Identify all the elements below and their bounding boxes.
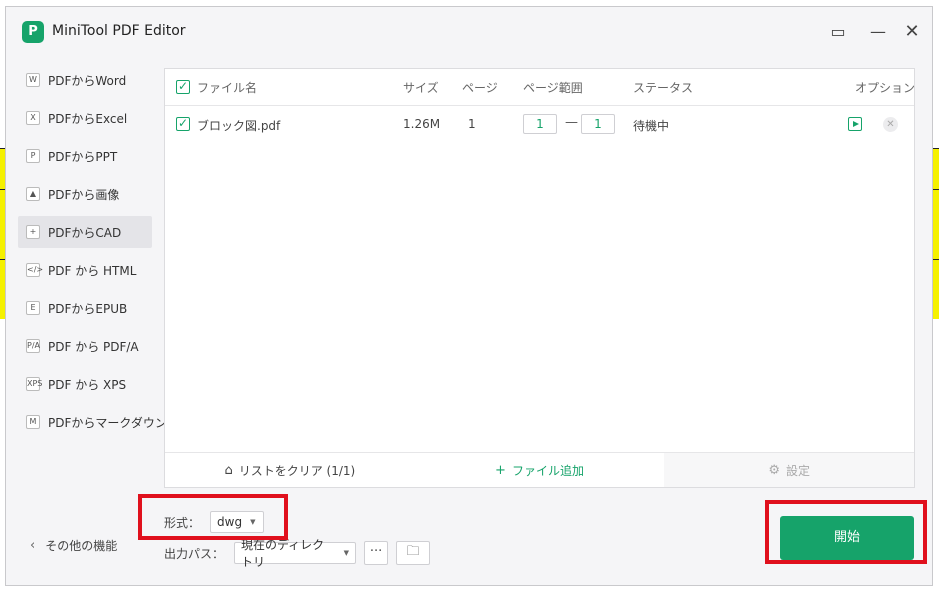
output-path-label: 出力パス： [164, 546, 225, 561]
add-file-button[interactable]: + ファイル追加 [415, 453, 665, 487]
open-file-icon[interactable] [848, 117, 862, 131]
sidebar-item-label: PDFからWord [48, 73, 127, 88]
sidebar-item-label: PDFからEPUB [48, 301, 128, 316]
minimize-button[interactable]: — [866, 20, 890, 44]
feedback-icon[interactable]: ▭ [826, 20, 850, 44]
image-icon: ▲ [26, 187, 40, 201]
sidebar-item-label: PDFから画像 [48, 187, 120, 202]
table-header: ✓ ファイル名 サイズ ページ ページ範囲 ステータス オプション [165, 69, 916, 106]
output-path-value: 現在のディレクトリ [241, 538, 325, 569]
sidebar-item-html[interactable]: </> PDF から HTML [18, 254, 152, 286]
sidebar-item-label: PDFからExcel [48, 111, 128, 126]
table-row[interactable]: ✓ ブロック図.pdf 1.26M 1 1 — 1 待機中 ✕ [165, 106, 914, 142]
header-options: オプション [855, 81, 916, 95]
xps-icon: XPS [26, 377, 42, 391]
header-pages: ページ [462, 81, 498, 95]
epub-icon: E [26, 301, 40, 315]
sidebar-item-label: PDF から PDF/A [48, 339, 139, 354]
sidebar-item-image[interactable]: ▲ PDFから画像 [18, 178, 152, 210]
title-bar: P MiniTool PDF Editor ▭ — ✕ [6, 7, 932, 57]
sidebar-item-cad[interactable]: + PDFからCAD [18, 216, 152, 248]
page-range-to-input[interactable]: 1 [581, 114, 615, 134]
more-options-button[interactable]: ··· [364, 541, 389, 565]
gear-icon: ⚙ [768, 462, 780, 478]
plus-icon: + [495, 462, 506, 478]
panel-footer: ⌂ リストをクリア (1/1) + ファイル追加 ⚙ 設定 [165, 452, 915, 487]
highlight-box-format [138, 494, 288, 540]
chevron-left-icon: ‹ [30, 538, 36, 553]
output-path-row: 出力パス： 現在のディレクトリ ▼ ··· 🗀 [164, 538, 431, 569]
background-drawing [60, 585, 919, 592]
clear-list-label: リストをクリア (1/1) [238, 463, 356, 478]
settings-button[interactable]: ⚙ 設定 [664, 453, 915, 487]
row-checkbox[interactable]: ✓ [176, 117, 190, 131]
sidebar-item-markdown[interactable]: M PDFからマークダウン [18, 406, 167, 438]
sidebar-item-label: PDFからPPT [48, 149, 118, 164]
header-page-range: ページ範囲 [523, 81, 583, 95]
sidebar-item-label: PDF から XPS [48, 377, 127, 392]
header-filename: ファイル名 [197, 81, 258, 95]
broom-icon: ⌂ [224, 462, 233, 478]
sidebar-item-xps[interactable]: XPS PDF から XPS [18, 368, 152, 400]
sidebar: W PDFからWord X PDFからExcel P PDFからPPT ▲ PD… [18, 64, 167, 444]
file-pages: 1 [468, 117, 476, 131]
sidebar-item-excel[interactable]: X PDFからExcel [18, 102, 152, 134]
sidebar-item-pdfa[interactable]: P/A PDF から PDF/A [18, 330, 152, 362]
other-features-label: その他の機能 [45, 539, 118, 553]
file-name: ブロック図.pdf [197, 119, 281, 133]
sidebar-item-label: PDFからマークダウン [48, 415, 167, 430]
other-features-button[interactable]: ‹ その他の機能 [30, 537, 117, 554]
add-file-label: ファイル追加 [511, 463, 584, 478]
app-title: MiniTool PDF Editor [52, 23, 186, 39]
clear-list-button[interactable]: ⌂ リストをクリア (1/1) [165, 453, 415, 487]
highlight-box-start [765, 500, 927, 564]
caret-down-icon: ▼ [343, 549, 350, 557]
pdfa-icon: P/A [26, 339, 40, 353]
file-status: 待機中 [633, 119, 670, 133]
sidebar-item-label: PDFからCAD [48, 225, 122, 240]
sidebar-item-label: PDF から HTML [48, 263, 137, 278]
settings-label: 設定 [786, 463, 811, 478]
excel-icon: X [26, 111, 40, 125]
output-path-select[interactable]: 現在のディレクトリ ▼ [234, 538, 357, 569]
folder-icon[interactable]: 🗀 [396, 541, 431, 565]
sidebar-item-word[interactable]: W PDFからWord [18, 64, 152, 96]
cad-icon: + [26, 225, 40, 239]
background-table-right [933, 148, 939, 319]
sidebar-item-ppt[interactable]: P PDFからPPT [18, 140, 152, 172]
page-range-from-input[interactable]: 1 [523, 114, 557, 134]
close-button[interactable]: ✕ [900, 20, 924, 44]
app-logo-icon: P [22, 21, 44, 43]
ppt-icon: P [26, 149, 40, 163]
header-size: サイズ [403, 81, 439, 95]
sidebar-item-epub[interactable]: E PDFからEPUB [18, 292, 152, 324]
file-size: 1.26M [403, 117, 441, 131]
remove-file-icon[interactable]: ✕ [883, 117, 898, 132]
word-icon: W [26, 73, 40, 87]
html-icon: </> [26, 263, 43, 277]
select-all-checkbox[interactable]: ✓ [176, 80, 190, 94]
file-list-panel: ✓ ファイル名 サイズ ページ ページ範囲 ステータス オプション ✓ ブロック… [164, 68, 915, 488]
markdown-icon: M [26, 415, 40, 429]
range-separator: — [565, 115, 578, 130]
header-status: ステータス [633, 81, 694, 95]
